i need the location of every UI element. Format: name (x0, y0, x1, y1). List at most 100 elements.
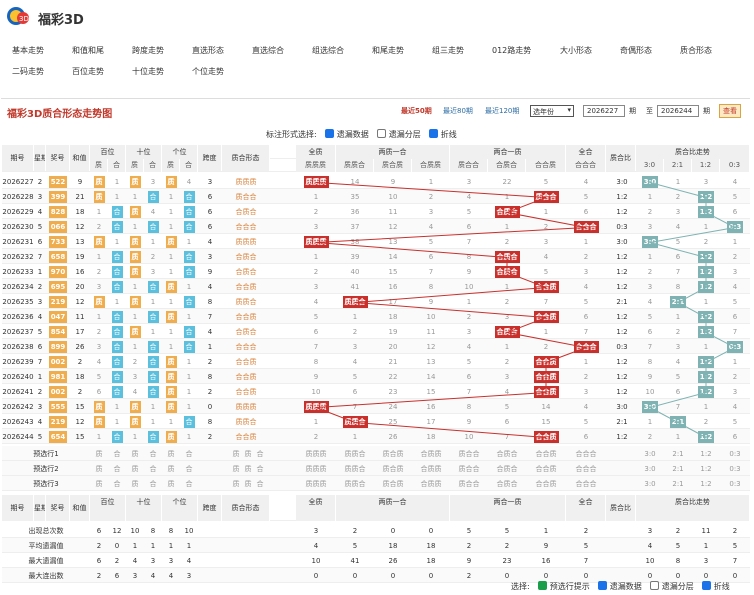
header-sub-cell: 合 (144, 159, 162, 172)
form-miss-cell: 14 (541, 403, 551, 411)
position-cell: 质 (126, 174, 144, 190)
position-cell: 4 (132, 388, 138, 396)
ratio-trend-cell: 8 (675, 283, 681, 291)
form-miss-cell: 8 (466, 253, 472, 261)
position-cell: 质 (90, 414, 108, 430)
form-miss-cell: 14 (350, 178, 360, 186)
sum-cell: 12 (75, 298, 85, 306)
ratio-trend-cell-box: 1:2 (697, 251, 715, 263)
nav-link[interactable]: 基本走势 (12, 45, 44, 56)
predict-pos-cell: 合 (149, 450, 157, 458)
ratio-cell: 0:3 (616, 343, 628, 351)
checkbox-2[interactable] (376, 129, 386, 138)
draw-number: 047 (46, 309, 70, 325)
footer-header-cell: 质合比 (606, 495, 636, 521)
header-sub-cell: 1:2 (692, 159, 720, 172)
position-cell-box: 合 (111, 221, 123, 233)
form-miss-cell: 合质合 (488, 264, 526, 280)
nav-link[interactable]: 跨度走势 (132, 45, 164, 56)
predict-cell: 质质合 (344, 450, 366, 458)
nav-link[interactable]: 和值和尾 (72, 45, 104, 56)
nav-link[interactable]: 组三走势 (432, 45, 464, 56)
form-miss-cell: 13 (388, 238, 398, 246)
weekday-cell: 5 (37, 433, 43, 441)
table-row: 2026230 5 066 12 2 合 1 合 1 合 6 合合合 3 37 12 4 6 1 2 合合合 0:3 3 4… (2, 219, 750, 234)
form-miss-cell: 6 (583, 313, 589, 321)
range-link-50[interactable]: 最近50期 (401, 106, 432, 116)
position-cell: 1 (168, 418, 174, 426)
table-row: 2026229 4 828 18 1 合质 4 1 合 6 合质合 2 36 11 3 5 合质合 1 6 1:2 2 3… (2, 204, 750, 219)
weekday-cell: 1 (37, 373, 43, 381)
predict-form-cell: 质 (244, 480, 252, 488)
bottom-checkbox-label: 折线 (713, 582, 730, 591)
bottom-checkbox-3[interactable] (649, 581, 659, 590)
position-cell-box: 质 (165, 371, 177, 383)
to-issue-input[interactable]: 2026244 (657, 105, 699, 117)
form-miss-cell: 22 (502, 178, 512, 186)
stats-cell: 2 (466, 542, 472, 550)
nav-link[interactable]: 012路走势 (492, 45, 531, 56)
nav-link[interactable]: 奇偶形态 (620, 45, 652, 56)
nav-link[interactable]: 质合形态 (680, 45, 712, 56)
form-miss-cell: 4 (583, 283, 589, 291)
range-link-120[interactable]: 最近120期 (485, 106, 519, 116)
predict-row[interactable]: 预选行1 质合质合质合质质合质质质 质质合 质合质 合质质 质合合 合质合 合合质 合合合 3:0… (2, 446, 750, 461)
predict-row[interactable]: 预选行2 质合质合质合质质合质质质 质质合 质合质 合质质 质合合 合质合 合合质 合合合 3:0… (2, 461, 750, 476)
nav-link[interactable]: 十位走势 (132, 66, 164, 77)
footer-header-cell: 星期 (34, 495, 46, 521)
ratio-trend-cell: 1:2 (692, 369, 720, 385)
nav-link[interactable]: 大小形态 (560, 45, 592, 56)
span-cell: 8 (207, 418, 213, 426)
form-miss-cell-box: 合质合 (494, 206, 520, 218)
predict-row[interactable]: 预选行3 质合质合质合质质合质质质 质质合 质合质 合质质 质合合 合质合 合合质 合合合 3:0… (2, 476, 750, 491)
draw-number-box: 555 (48, 401, 68, 413)
position-cell: 1 (186, 373, 192, 381)
nav-link[interactable]: 组选综合 (312, 45, 344, 56)
bottom-checkbox-4[interactable] (701, 581, 711, 590)
form-miss-cell: 18 (426, 433, 436, 441)
form-miss-cell: 5 (543, 178, 549, 186)
span-cell: 9 (207, 268, 213, 276)
footer-header: 期号星期奖号和值百位十位个位跨度质合形态全质两质一合两合一质全合质合比质合比走势 (2, 495, 750, 521)
year-select[interactable]: 选年份 ▾ (530, 105, 574, 117)
position-cell: 3 (96, 283, 102, 291)
form-miss-cell: 1 (543, 208, 549, 216)
issue-cell: 2026232 (2, 253, 34, 261)
form-miss-cell: 21 (388, 358, 398, 366)
weekday-cell: 3 (37, 298, 43, 306)
from-issue-input[interactable]: 2026227 (583, 105, 625, 117)
nav-link[interactable]: 二码走势 (12, 66, 44, 77)
nav-link[interactable]: 个位走势 (192, 66, 224, 77)
form-miss-cell: 5 (466, 208, 472, 216)
position-cell: 1 (132, 433, 138, 441)
bottom-checkbox-2[interactable] (597, 581, 607, 590)
form-miss-cell: 19 (388, 328, 398, 336)
span-cell: 7 (207, 313, 213, 321)
table-row: 2026228 3 399 21 质 1 1 合 1 合 6 质合合 1 35 10 2 4 1 质合合 5 1:2 1 2… (2, 189, 750, 204)
nav-link[interactable]: 百位走势 (72, 66, 104, 77)
stats-cell: 10 (311, 557, 321, 565)
query-button[interactable]: 查看 (719, 104, 741, 118)
ratio-trend-cell: 1:2 (692, 264, 720, 280)
span-cell: 6 (207, 223, 213, 231)
table-row: 2026234 2 695 20 3 合 1 合质 1 4 合合质 3 41 16 8 10 1 合合质 4 1:2 3… (2, 279, 750, 294)
checkbox-3[interactable] (428, 129, 438, 138)
bottom-checkbox-1[interactable] (537, 581, 547, 590)
range-link-80[interactable]: 最近80期 (443, 106, 473, 116)
predict-trend-cell: 3:0 (644, 465, 656, 473)
form-miss-cell-box: 合合合 (573, 341, 599, 353)
nav-link[interactable]: 直选形态 (192, 45, 224, 56)
nav-link[interactable]: 和尾走势 (372, 45, 404, 56)
position-cell: 合 (144, 384, 162, 400)
checkbox-1[interactable] (324, 129, 334, 138)
predict-pos-cell: 质 (167, 480, 175, 488)
stats-cell: 2 (583, 527, 589, 535)
ratio-trend-cell: 7 (675, 403, 681, 411)
stats-cell: 18 (426, 557, 436, 565)
position-cell: 1 (132, 343, 138, 351)
position-cell-box: 合 (147, 341, 159, 353)
form-miss-cell: 质质质 (296, 174, 336, 190)
nav-link[interactable]: 直选综合 (252, 45, 284, 56)
form-miss-cell: 5 (583, 193, 589, 201)
position-cell-box: 合 (111, 371, 123, 383)
